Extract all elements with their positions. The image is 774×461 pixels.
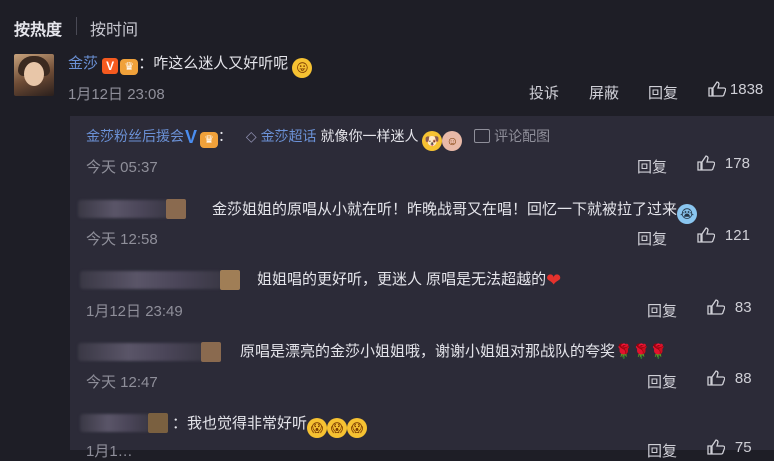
verified-badge-icon: V: [184, 127, 197, 147]
reply-1-username[interactable]: 金莎粉丝后援会: [86, 128, 184, 144]
blurred-badge: [148, 413, 168, 433]
reply-4-time: 今天 12:47: [86, 374, 158, 391]
thumbs-up-icon: [697, 227, 715, 243]
blurred-username: [80, 414, 150, 432]
tongue-emoji-icon: 😛: [292, 58, 313, 78]
main-comment-username[interactable]: 金莎: [68, 55, 98, 72]
reply-1-colon: ：: [218, 128, 232, 144]
reply-1-line: 金莎粉丝后援会V ♛： ◇ 金莎超话 就像你一样迷人 🐶 ☺ 评论配图: [86, 126, 550, 151]
reply-5-time: 1月1…: [86, 443, 133, 460]
reply-4-line: 原唱是漂亮的金莎小姐姐哦，谢谢小姐姐对那战队的夸奖🌹🌹🌹: [240, 340, 667, 361]
scream-emoji-icon: 😱: [327, 418, 348, 438]
reply-2-time: 今天 12:58: [86, 231, 158, 248]
reply-1-like-count: 178: [724, 155, 750, 172]
like-button[interactable]: 1838: [708, 81, 763, 98]
reply-5-like-button[interactable]: 75: [707, 439, 752, 456]
reply-1-reply-button[interactable]: 回复: [637, 156, 667, 177]
reply-2-like-count: 121: [724, 227, 750, 244]
reply-1-time: 今天 05:37: [86, 159, 158, 176]
avatar[interactable]: [14, 54, 54, 96]
topic-link[interactable]: 金莎超话: [261, 128, 317, 144]
reply-1-text: 就像你一样迷人: [320, 128, 419, 144]
reply-5-like-count: 75: [734, 439, 752, 456]
thumbs-up-icon: [708, 81, 726, 97]
reply-2-like-button[interactable]: 121: [697, 227, 750, 244]
reply-5-reply-button[interactable]: 回复: [647, 440, 677, 461]
reply-5-line: ：我也觉得非常好听 😱 😱 😱: [172, 412, 368, 438]
face-emoji-icon: ☺: [442, 131, 463, 151]
reply-2-reply-button[interactable]: 回复: [637, 228, 667, 249]
report-button[interactable]: 投诉: [529, 82, 559, 103]
reply-1-like-button[interactable]: 178: [697, 155, 750, 172]
blurred-badge: [166, 199, 186, 219]
reply-4-like-count: 88: [734, 370, 752, 387]
reply-2-text: 金莎姐姐的原唱从小就在听！昨晚战哥又在唱！回忆一下就被拉了过来: [212, 201, 678, 218]
scream-emoji-icon: 😱: [347, 418, 368, 438]
main-comment-time: 1月12日 23:08: [68, 86, 165, 103]
blurred-username: [78, 200, 170, 218]
like-count: 1838: [729, 81, 764, 98]
reply-4-like-button[interactable]: 88: [707, 370, 752, 387]
crown-badge-icon: ♛: [120, 59, 139, 75]
reply-4-reply-button[interactable]: 回复: [647, 371, 677, 392]
scream-emoji-icon: 😱: [307, 418, 328, 438]
sort-by-time-tab[interactable]: 按时间: [90, 16, 138, 40]
reply-2-line: 金莎姐姐的原唱从小就在听！昨晚战哥又在唱！回忆一下就被拉了过来 😭: [212, 198, 698, 224]
diamond-icon: ◇: [245, 128, 257, 144]
reply-button[interactable]: 回复: [648, 82, 678, 103]
reply-3-reply-button[interactable]: 回复: [647, 300, 677, 321]
thumbs-up-icon: [697, 155, 715, 171]
heart-icon: ❤: [546, 270, 562, 290]
thumbs-up-icon: [707, 299, 725, 315]
main-comment-line: 金莎 V ♛ ：咋这么迷人又好听呢 😛: [68, 52, 313, 78]
reply-3-like-button[interactable]: 83: [707, 299, 752, 316]
main-comment-text: ：咋这么迷人又好听呢: [138, 55, 289, 72]
reply-3-time: 1月12日 23:49: [86, 303, 183, 320]
reply-3-line: 姐姐唱的更好听，更迷人 原唱是无法超越的❤: [257, 268, 561, 291]
reply-5-text: ：我也觉得非常好听: [172, 415, 308, 432]
crown-badge-icon: ♛: [200, 132, 218, 148]
blurred-badge: [220, 270, 240, 290]
blurred-badge: [201, 342, 221, 362]
reply-3-text: 姐姐唱的更好听，更迷人 原唱是无法超越的: [257, 271, 547, 288]
comment-picture-link[interactable]: 评论配图: [494, 128, 550, 144]
doge-emoji-icon: 🐶: [422, 131, 443, 151]
reply-4-text: 原唱是漂亮的金莎小姐姐哦，谢谢小姐姐对那战队的夸奖: [240, 343, 616, 360]
block-button[interactable]: 屏蔽: [589, 82, 619, 103]
verified-badge-icon: V: [102, 58, 119, 74]
thumbs-up-icon: [707, 370, 725, 386]
rose-icon: 🌹🌹🌹: [615, 343, 668, 359]
crying-emoji-icon: 😭: [677, 204, 698, 224]
reply-3-like-count: 83: [734, 299, 752, 316]
image-icon: [474, 129, 491, 143]
sort-by-hot-tab[interactable]: 按热度: [14, 16, 62, 40]
thumbs-up-icon: [707, 439, 725, 455]
blurred-username: [80, 271, 222, 289]
blurred-username: [78, 343, 204, 361]
sort-divider: [76, 17, 77, 35]
